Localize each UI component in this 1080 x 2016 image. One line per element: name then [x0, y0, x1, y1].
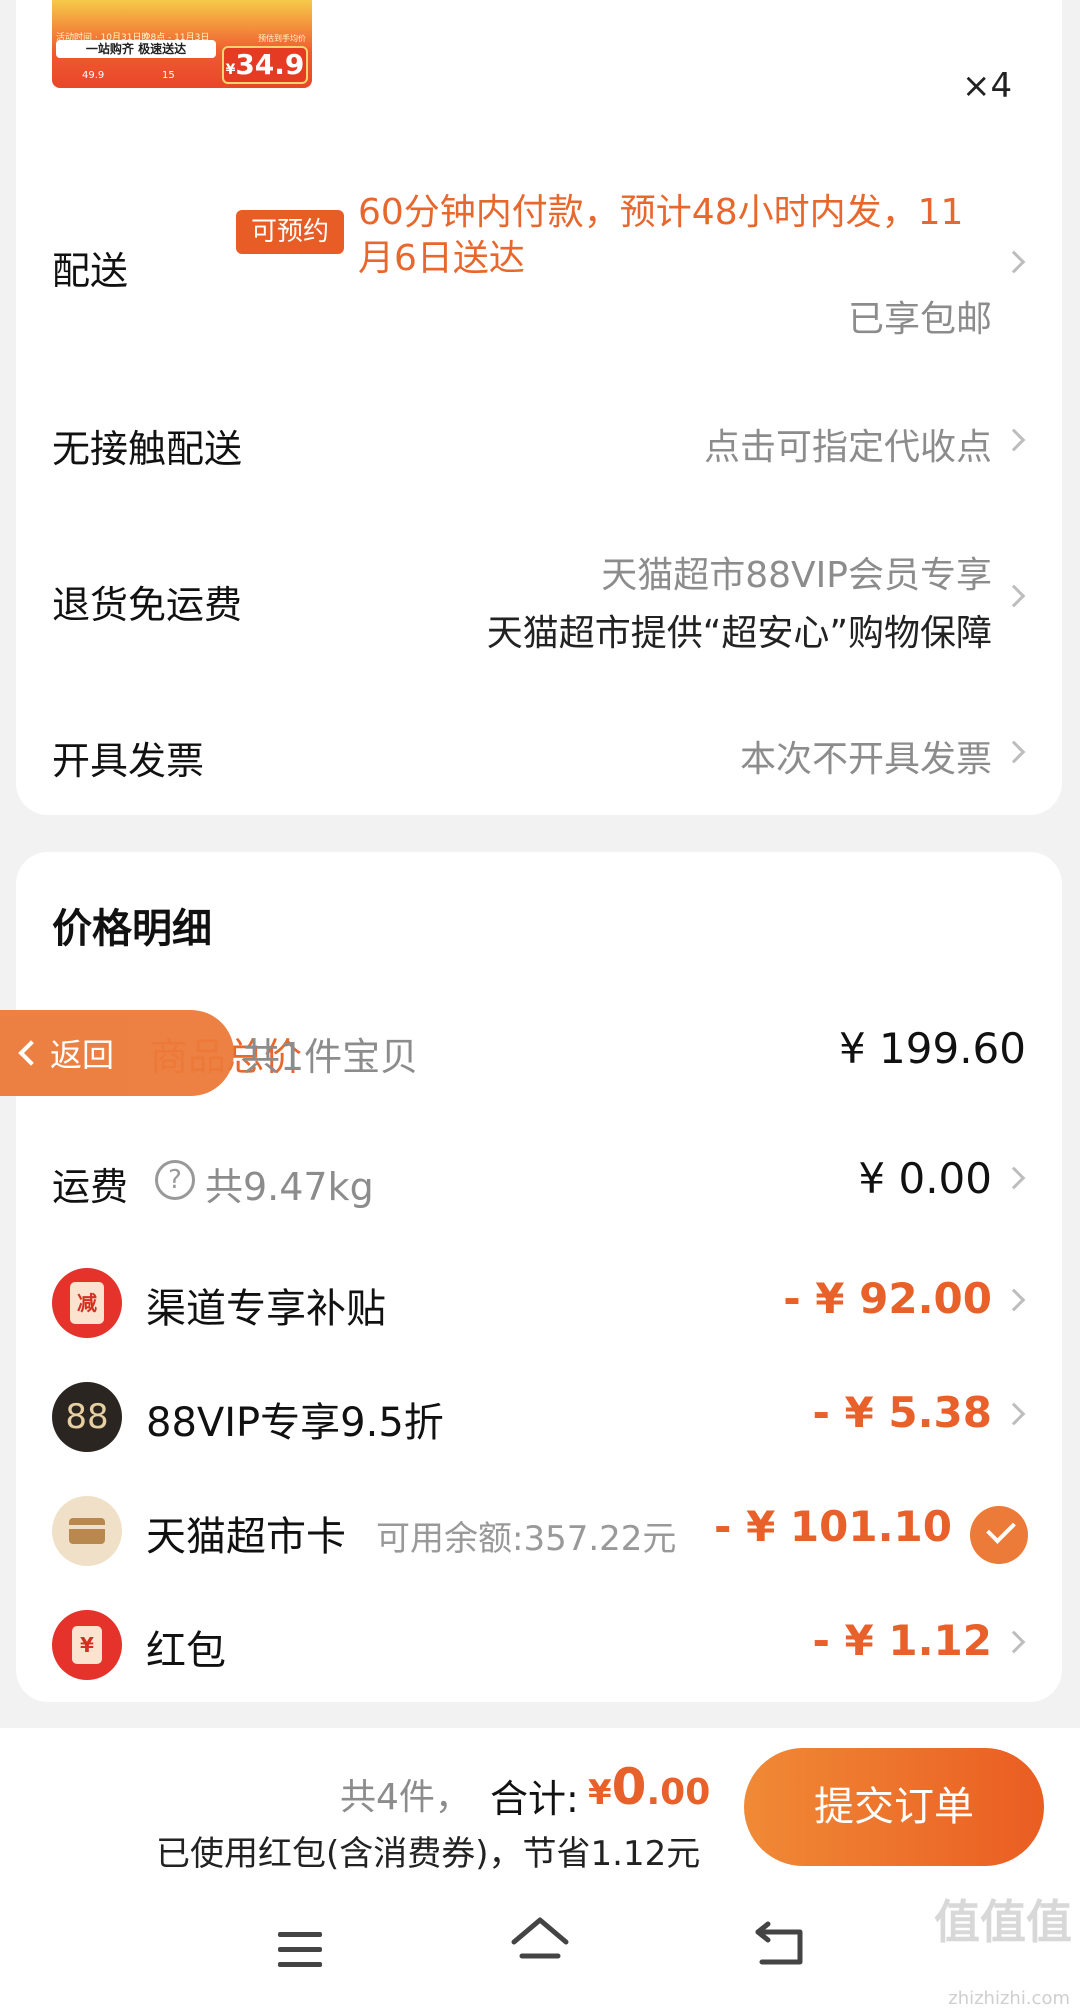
discount-label: 渠道专享补贴 — [146, 1286, 386, 1332]
88vip-icon: 88 — [52, 1382, 122, 1452]
delivery-label: 配送 — [52, 249, 129, 293]
order-info-card — [16, 0, 1062, 815]
item-count: 共4件， — [340, 1777, 471, 1818]
price-symbol: ¥ — [225, 62, 236, 78]
red-packet-icon: ¥ — [52, 1610, 122, 1680]
product-slogan: 一站购齐 极速送达 — [56, 40, 216, 58]
back-arrow-icon — [18, 1040, 44, 1066]
discount-label: 88VIP专享9.5折 — [146, 1400, 444, 1446]
return-shipping-line2: 天猫超市提供“超安心”购物保障 — [486, 613, 992, 654]
watermark-url: zhizhizhi.com — [948, 1988, 1070, 2009]
shipping-fee-label: 运费 — [52, 1165, 129, 1209]
submit-order-button[interactable]: 提交订单 — [744, 1748, 1044, 1866]
discount-label: 红包 — [146, 1628, 226, 1674]
back-button[interactable]: 返回 — [0, 1010, 234, 1096]
invoice-value[interactable]: 本次不开具发票 — [740, 730, 992, 782]
return-shipping-line1: 天猫超市88VIP会员专享 — [601, 555, 992, 596]
return-shipping-label: 退货免运费 — [52, 583, 243, 627]
reservable-badge: 可预约 — [236, 210, 344, 254]
back-label: 返回 — [50, 1036, 115, 1074]
low-price-tag: 预估到手均价 — [258, 34, 306, 43]
card-balance: 可用余额:357.22元 — [376, 1519, 677, 1559]
discount-amount: - ¥ 1.12 — [812, 1616, 992, 1665]
total-dec: .00 — [646, 1772, 711, 1813]
watermark-logo: 值值值 — [934, 1895, 1072, 1949]
total-amount: ¥0.00 — [588, 1758, 710, 1816]
free-shipping-note: 已享包邮 — [847, 299, 992, 340]
check-icon[interactable] — [970, 1506, 1028, 1564]
red-packet-glyph: ¥ — [72, 1626, 102, 1664]
goods-total: ¥ 199.60 — [838, 1024, 1026, 1073]
product-price-a: 49.9 — [82, 70, 105, 81]
product-price-b: 15 — [162, 70, 175, 81]
contactless-label: 无接触配送 — [52, 427, 243, 471]
card-glyph — [69, 1518, 105, 1544]
discount-amount: - ¥ 5.38 — [812, 1388, 992, 1437]
tmall-card-icon — [52, 1496, 122, 1566]
help-icon[interactable]: ? — [155, 1160, 195, 1200]
product-price: 34.9 — [235, 48, 305, 81]
total-label: 合计: — [490, 1777, 579, 1821]
discount-label: 天猫超市卡 — [146, 1514, 346, 1560]
product-thumbnail[interactable]: 活动时间 · 10月31日晚8点 - 11月3日 一站购齐 极速送达 49.9 … — [52, 0, 312, 88]
subsidy-icon: 减 — [52, 1268, 122, 1338]
home-icon[interactable] — [510, 1916, 570, 1968]
price-detail-title: 价格明细 — [52, 906, 212, 952]
savings-note: 已使用红包(含消费券)，节省1.12元 — [156, 1834, 701, 1874]
product-quantity: ×4 — [962, 66, 1013, 106]
product-price-badge: ¥34.9 — [222, 46, 308, 84]
total-symbol: ¥ — [588, 1773, 612, 1813]
subsidy-icon-glyph: 减 — [70, 1282, 104, 1324]
shipping-fee: ¥ 0.00 — [858, 1154, 992, 1203]
back-nav-icon[interactable] — [752, 1920, 808, 1970]
invoice-label: 开具发票 — [52, 739, 205, 783]
delivery-estimate: 60分钟内付款，预计48小时内发，11月6日送达 — [358, 192, 964, 279]
system-nav-bar — [0, 1884, 1080, 2016]
menu-icon[interactable] — [278, 1932, 322, 1968]
shipping-weight: 共9.47kg — [205, 1165, 374, 1209]
discount-amount: - ¥ 101.10 — [714, 1502, 952, 1551]
goods-count: 共1件宝贝 — [242, 1035, 419, 1079]
checkout-bar: 共4件， 合计: ¥0.00 已使用红包(含消费券)，节省1.12元 提交订单 — [0, 1728, 1080, 1884]
discount-amount: - ¥ 92.00 — [783, 1274, 992, 1323]
contactless-value[interactable]: 点击可指定代收点 — [704, 418, 992, 470]
total-int: 0 — [611, 1758, 647, 1816]
